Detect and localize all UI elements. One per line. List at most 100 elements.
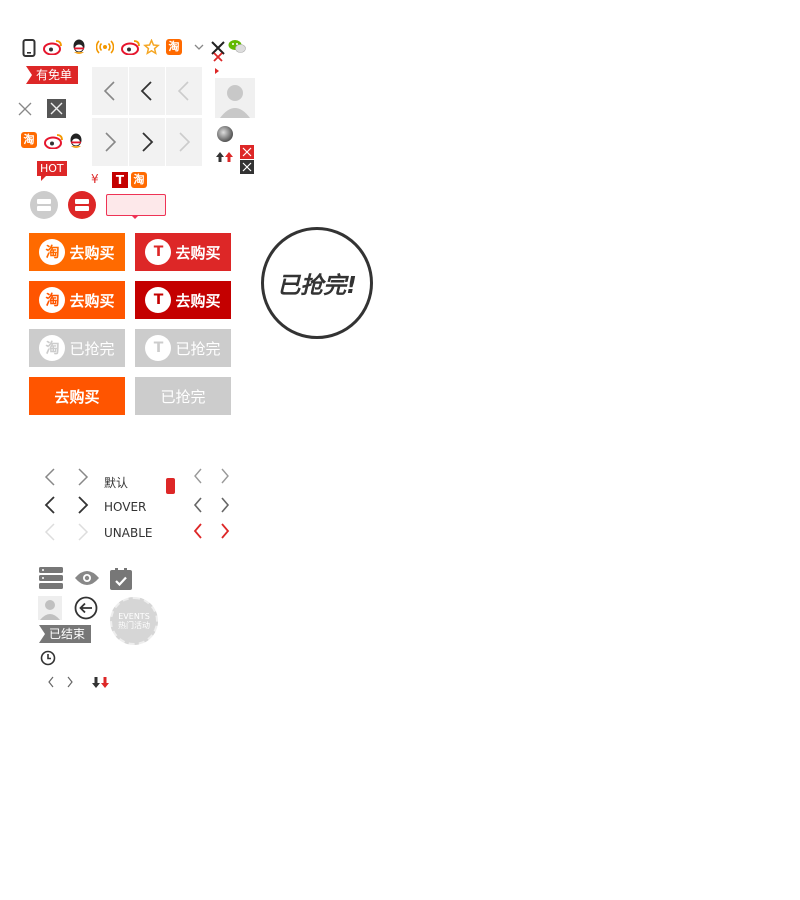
qq-icon[interactable] [68, 132, 84, 150]
tmall-badge: T [145, 239, 172, 265]
close-box-icon[interactable] [240, 160, 254, 174]
qq-icon[interactable] [71, 38, 87, 56]
next-arrow-disabled[interactable] [77, 523, 89, 541]
close-icon[interactable] [210, 40, 226, 62]
eye-icon[interactable] [74, 570, 100, 586]
tao-icon: 淘 [131, 172, 147, 188]
hot-text: HOT [40, 162, 64, 175]
tao-glyph: 淘 [23, 133, 35, 146]
star-icon[interactable] [143, 39, 160, 55]
tooltip-tail [131, 215, 139, 219]
next-arrow-tiny[interactable] [66, 676, 74, 688]
prev-arrow-hover[interactable] [129, 67, 165, 115]
buy-label: 去购买 [175, 243, 221, 262]
up-arrows-icon [216, 152, 234, 162]
close-icon[interactable] [18, 102, 32, 116]
sold-out-button-plain[interactable]: 已抢完 [135, 377, 231, 415]
buy-label: 去购买 [69, 243, 115, 262]
tmall-t-glyph: T [153, 244, 164, 260]
sold-out-label: 已抢完 [160, 387, 206, 406]
close-box-icon[interactable] [47, 99, 66, 118]
server-list-icon[interactable] [39, 567, 63, 589]
sold-out-label: 已抢完 [69, 339, 115, 358]
weibo-icon[interactable] [121, 39, 141, 55]
buy-button-taobao-hover[interactable]: 淘 去购买 [29, 281, 125, 319]
broadcast-icon[interactable] [96, 39, 114, 55]
tao-icon[interactable]: 淘 [21, 132, 37, 148]
buy-button-tmall[interactable]: T 去购买 [135, 233, 231, 271]
tmall-t-glyph: T [153, 340, 164, 356]
tao-glyph: 淘 [45, 293, 60, 309]
buy-label: 去购买 [54, 387, 100, 406]
next-arrow-disabled[interactable] [166, 118, 202, 166]
phone-icon[interactable] [22, 39, 36, 57]
buy-button-plain[interactable]: 去购买 [29, 377, 125, 415]
red-triangle-marker [215, 68, 219, 74]
weibo-icon[interactable] [44, 133, 64, 149]
sold-out-button-tmall[interactable]: T 已抢完 [135, 329, 231, 367]
buy-button-taobao[interactable]: 淘 去购买 [29, 233, 125, 271]
tao-badge: 淘 [39, 239, 66, 265]
prev-arrow-small[interactable] [193, 468, 203, 484]
buy-label: 去购买 [175, 291, 221, 310]
hot-tag: HOT [37, 161, 67, 176]
events-badge: EVENTS 热门活动 [110, 597, 158, 645]
server-circle-icon[interactable] [30, 191, 58, 219]
tooltip-box [106, 194, 166, 216]
prev-arrow-disabled[interactable] [166, 67, 202, 115]
tmall-badge: T [145, 287, 172, 313]
server-circle-icon-active[interactable] [68, 191, 96, 219]
clock-icon [40, 650, 56, 666]
prev-arrow-default[interactable] [44, 468, 56, 486]
tao-glyph: 淘 [133, 173, 145, 186]
prev-arrow-disabled[interactable] [44, 523, 56, 541]
next-arrow-red[interactable] [220, 523, 230, 539]
red-scroll-thumb[interactable] [166, 478, 175, 494]
state-unable-label: UNABLE [104, 526, 153, 540]
prev-arrow-default[interactable] [92, 67, 128, 115]
tmall-t-glyph: T [153, 292, 164, 308]
prev-arrow-small-hover[interactable] [193, 497, 203, 513]
ended-ribbon: 已结束 [39, 625, 92, 643]
next-arrow-hover[interactable] [77, 496, 89, 514]
events-badge-line2: 热门活动 [118, 621, 150, 630]
tao-badge: 淘 [39, 287, 66, 313]
buy-label: 去购买 [69, 291, 115, 310]
buy-button-tmall-hover[interactable]: T 去购买 [135, 281, 231, 319]
avatar-icon [215, 78, 255, 118]
back-circle-icon[interactable] [74, 596, 98, 620]
weibo-icon[interactable] [43, 39, 63, 55]
close-box-icon[interactable] [240, 145, 254, 159]
tao-glyph: 淘 [45, 341, 60, 357]
events-badge-line1: EVENTS [118, 612, 150, 621]
yuan-sign: ¥ [91, 172, 99, 186]
checklist-icon[interactable] [110, 568, 132, 590]
ended-text: 已结束 [49, 627, 86, 641]
tmall-t-icon: T [112, 172, 128, 188]
next-arrow-default[interactable] [77, 468, 89, 486]
free-order-ribbon: 有免单 [26, 66, 79, 84]
prev-arrow-hover[interactable] [44, 496, 56, 514]
wechat-icon[interactable] [228, 39, 246, 54]
loading-ball-icon [217, 126, 233, 142]
sold-out-stamp-text: 已抢完! [277, 273, 357, 299]
tao-glyph: 淘 [45, 245, 60, 261]
next-arrow-default[interactable] [92, 118, 128, 166]
hot-tag-tail [41, 176, 46, 181]
prev-arrow-red[interactable] [193, 523, 203, 539]
free-order-text: 有免单 [36, 68, 73, 82]
tao-badge: 淘 [39, 335, 66, 361]
tao-glyph: 淘 [168, 40, 180, 53]
prev-arrow-tiny[interactable] [47, 676, 55, 688]
tao-icon[interactable]: 淘 [166, 39, 182, 55]
tmall-t-glyph: T [115, 173, 125, 187]
down-arrows-icon [92, 676, 110, 688]
next-arrow-small-hover[interactable] [220, 497, 230, 513]
next-arrow-hover[interactable] [129, 118, 165, 166]
sold-out-stamp: 已抢完! [261, 227, 373, 339]
state-hover-label: HOVER [104, 500, 147, 514]
next-arrow-small[interactable] [220, 468, 230, 484]
sold-out-button-taobao[interactable]: 淘 已抢完 [29, 329, 125, 367]
sold-out-label: 已抢完 [175, 339, 221, 358]
chevron-down-icon[interactable] [193, 41, 205, 53]
